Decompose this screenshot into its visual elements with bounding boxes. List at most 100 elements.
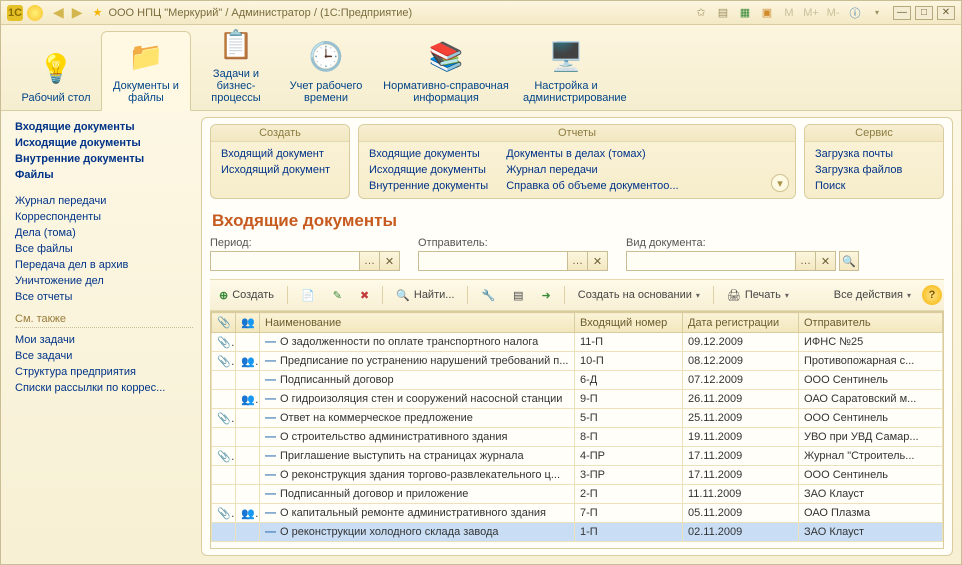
main-tab[interactable]: 📋Задачи и бизнес-процессы <box>191 20 281 110</box>
sidebar-item[interactable]: Исходящие документы <box>15 135 193 151</box>
column-header[interactable]: 👥 <box>236 313 260 333</box>
sidebar-item[interactable]: Списки рассылки по коррес... <box>15 380 193 396</box>
sidebar-item[interactable]: Внутренние документы <box>15 151 193 167</box>
panel-link[interactable]: Журнал передачи <box>506 162 678 178</box>
close-button[interactable]: ✕ <box>937 6 955 20</box>
panel-link[interactable]: Входящие документы <box>369 146 488 162</box>
documents-table[interactable]: 📎👥НаименованиеВходящий номерДата регистр… <box>210 311 944 549</box>
create-based-button[interactable]: Создать на основании▾ <box>571 284 707 306</box>
table-row[interactable]: 👥—О гидроизоляция стен и сооружений насо… <box>212 390 943 409</box>
sidebar-item[interactable]: Дела (тома) <box>15 225 193 241</box>
panel-link[interactable]: Справка об объеме документоо... <box>506 178 678 194</box>
calendar-icon[interactable]: ▣ <box>759 5 775 21</box>
table-row[interactable]: —Подписанный договор и приложение2-П11.1… <box>212 485 943 504</box>
column-header[interactable]: 📎 <box>212 313 236 333</box>
main-tab[interactable]: 📚Нормативно-справочная информация <box>371 32 521 110</box>
collapse-icon[interactable]: — <box>265 336 280 348</box>
doctype-input[interactable] <box>626 251 796 271</box>
sidebar-item[interactable]: Мои задачи <box>15 332 193 348</box>
sidebar-item[interactable]: Структура предприятия <box>15 364 193 380</box>
collapse-icon[interactable]: — <box>265 526 280 538</box>
sidebar-item[interactable]: Все задачи <box>15 348 193 364</box>
tool-button[interactable]: 🔧 <box>474 284 502 306</box>
collapse-icon[interactable]: — <box>265 393 280 405</box>
doctype-select-button[interactable]: … <box>796 251 816 271</box>
edit-button[interactable]: ✎ <box>326 284 349 306</box>
all-actions-button[interactable]: Все действия▾ <box>827 284 918 306</box>
sidebar-item[interactable]: Уничтожение дел <box>15 273 193 289</box>
delete-button[interactable]: ✖ <box>353 284 376 306</box>
collapse-icon[interactable]: — <box>265 507 280 519</box>
collapse-icon[interactable]: — <box>265 488 280 500</box>
collapse-icon[interactable]: — <box>265 374 280 386</box>
table-row[interactable]: —О реконструкция здания торгово-развлека… <box>212 466 943 485</box>
info-icon[interactable]: ⓘ <box>847 5 863 21</box>
sidebar-item[interactable]: Журнал передачи <box>15 193 193 209</box>
panel-link[interactable]: Входящий документ <box>221 146 339 162</box>
sender-input[interactable] <box>418 251 568 271</box>
column-header[interactable]: Дата регистрации <box>683 313 799 333</box>
period-clear-button[interactable]: ✕ <box>380 251 400 271</box>
panel-link[interactable]: Исходящий документ <box>221 162 339 178</box>
help-button[interactable]: ? <box>922 285 942 305</box>
favorites-icon[interactable]: ★ <box>93 6 103 19</box>
print-button[interactable]: 🖨Печать▾ <box>720 284 796 306</box>
panel-link[interactable]: Внутренние документы <box>369 178 488 194</box>
nav-forward-button[interactable]: ▶ <box>72 4 83 21</box>
favorite-add-icon[interactable]: ✩ <box>693 5 709 21</box>
copy-button[interactable]: 📄 <box>294 284 322 306</box>
main-tab[interactable]: 🖥️Настройка и администрирование <box>521 32 611 110</box>
panel-link[interactable]: Документы в делах (томах) <box>506 146 678 162</box>
doctype-search-button[interactable]: 🔍 <box>839 251 859 271</box>
sidebar-item[interactable]: Корреспонденты <box>15 209 193 225</box>
collapse-icon[interactable]: — <box>265 469 280 481</box>
column-header[interactable]: Отправитель <box>799 313 943 333</box>
table-row[interactable]: 📎👥—Предписание по устранению нарушений т… <box>212 352 943 371</box>
collapse-icon[interactable]: — <box>265 355 280 367</box>
dropdown-icon[interactable]: ▾ <box>869 5 885 21</box>
nav-back-button[interactable]: ◀ <box>53 4 64 21</box>
panel-link[interactable]: Загрузка почты <box>815 146 933 162</box>
calculator-icon[interactable]: ▦ <box>737 5 753 21</box>
main-tab[interactable]: 📁Документы и файлы <box>101 31 191 111</box>
minimize-button[interactable]: — <box>893 6 911 20</box>
table-row[interactable]: —О строительство административного здани… <box>212 428 943 447</box>
main-tab[interactable]: 💡Рабочий стол <box>11 44 101 110</box>
column-header[interactable]: Входящий номер <box>575 313 683 333</box>
table-row[interactable]: 📎👥—О капитальный ремонте административно… <box>212 504 943 523</box>
table-row[interactable]: 📎—О задолженности по оплате транспортног… <box>212 333 943 352</box>
table-row[interactable]: 📎—Ответ на коммерческое предложение5-П25… <box>212 409 943 428</box>
column-header[interactable]: Наименование <box>260 313 575 333</box>
table-row[interactable]: —О реконструкции холодного склада завода… <box>212 523 943 542</box>
table-row[interactable]: —Подписанный договор6-Д07.12.2009ООО Сен… <box>212 371 943 390</box>
collapse-icon[interactable]: — <box>265 450 280 462</box>
period-select-button[interactable]: … <box>360 251 380 271</box>
sidebar-item[interactable]: Файлы <box>15 167 193 183</box>
doctype-clear-button[interactable]: ✕ <box>816 251 836 271</box>
main-tab[interactable]: 🕒Учет рабочего времени <box>281 32 371 110</box>
sidebar-item[interactable]: Все файлы <box>15 241 193 257</box>
more-button[interactable]: ▾ <box>771 174 789 192</box>
m-plus-icon[interactable]: M+ <box>803 5 819 21</box>
maximize-button[interactable]: □ <box>915 6 933 20</box>
sidebar-item[interactable]: Входящие документы <box>15 119 193 135</box>
list-button[interactable]: ▤ <box>506 284 530 306</box>
sender-clear-button[interactable]: ✕ <box>588 251 608 271</box>
m-minus-icon[interactable]: M- <box>825 5 841 21</box>
history-icon[interactable]: ▤ <box>715 5 731 21</box>
period-input[interactable] <box>210 251 360 271</box>
export-button[interactable]: ➜ <box>535 284 558 306</box>
sidebar-item[interactable]: Все отчеты <box>15 289 193 305</box>
table-row[interactable]: 📎—Приглашение выступить на страницах жур… <box>212 447 943 466</box>
find-button[interactable]: 🔍Найти... <box>389 284 461 306</box>
collapse-icon[interactable]: — <box>265 412 280 424</box>
panel-link[interactable]: Загрузка файлов <box>815 162 933 178</box>
main-menu-icon[interactable] <box>27 5 43 21</box>
m-icon[interactable]: M <box>781 5 797 21</box>
create-button[interactable]: ⊕Создать <box>212 284 281 306</box>
panel-link[interactable]: Исходящие документы <box>369 162 488 178</box>
sender-select-button[interactable]: … <box>568 251 588 271</box>
sidebar-item[interactable]: Передача дел в архив <box>15 257 193 273</box>
panel-link[interactable]: Поиск <box>815 178 933 194</box>
collapse-icon[interactable]: — <box>265 431 280 443</box>
